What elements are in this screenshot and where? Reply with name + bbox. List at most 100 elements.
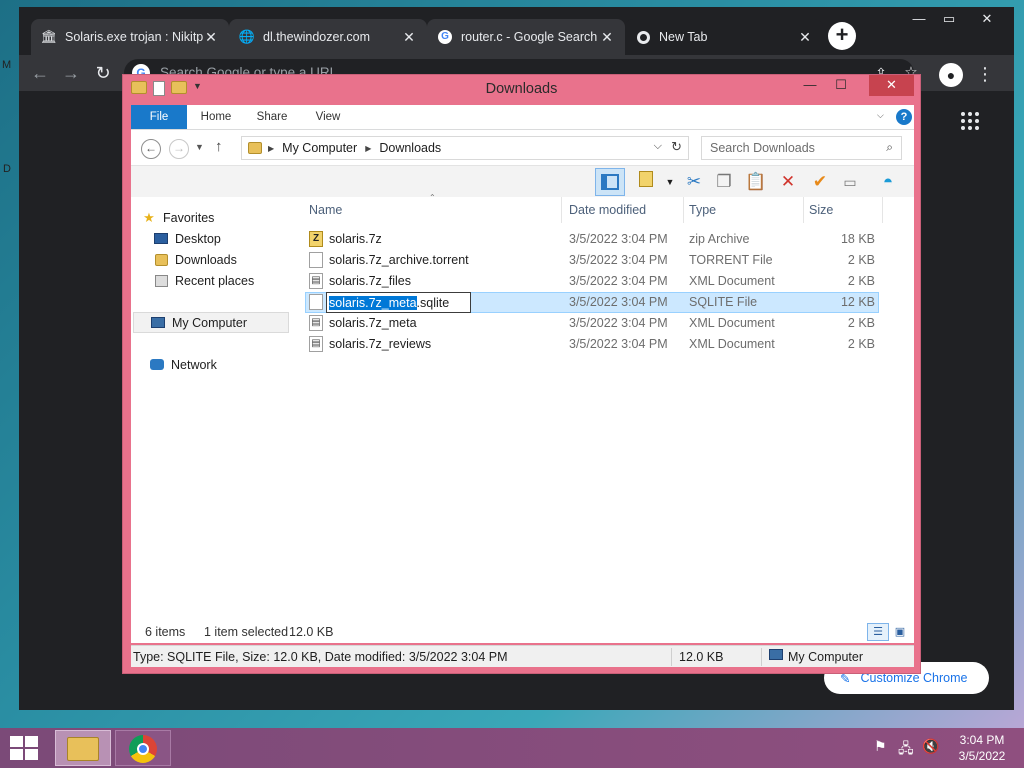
file-name: solaris.7z	[329, 232, 382, 246]
google-icon: G	[437, 29, 453, 45]
cut-icon[interactable]: ✂	[681, 170, 707, 194]
network-icon[interactable]: 🖧	[898, 738, 914, 762]
nav-label: Favorites	[163, 210, 215, 225]
maximize-icon[interactable]: ☐	[826, 75, 856, 96]
column-headers: ⌃ Name Date modified Type Size	[305, 193, 883, 223]
delete-icon[interactable]: ✕	[775, 170, 801, 194]
file-row[interactable]: ▤ solaris.7z_meta 3/5/2022 3:04 PM XML D…	[305, 313, 879, 334]
recent-locations-icon[interactable]: ▼	[195, 142, 204, 152]
details-view-icon[interactable]: ☰	[867, 623, 889, 641]
paste-icon[interactable]: 📋	[743, 170, 769, 194]
title-bar[interactable]: Downloads ▼ — ☐ ✕	[123, 75, 920, 103]
apps-grid-icon[interactable]	[961, 112, 981, 132]
taskbar-explorer-button[interactable]	[55, 730, 111, 766]
clock[interactable]: 3:04 PM 3/5/2022	[950, 732, 1014, 764]
details-bar: Type: SQLITE File, Size: 12.0 KB, Date m…	[131, 645, 914, 667]
column-divider[interactable]	[561, 197, 562, 223]
file-row-selected[interactable]: solaris.7z_meta .sqlite 3/5/2022 3:04 PM …	[305, 292, 879, 313]
close-icon[interactable]: ✕	[975, 11, 999, 31]
chevron-down-icon[interactable]: ▼	[657, 170, 683, 194]
large-icons-view-icon[interactable]: ▣	[889, 623, 911, 641]
column-divider[interactable]	[803, 197, 804, 223]
chevron-down-icon[interactable]: ▼	[193, 81, 202, 96]
preview-pane-icon[interactable]	[595, 168, 625, 196]
close-icon[interactable]: ✕	[797, 29, 813, 46]
maximize-icon[interactable]: ▭	[937, 11, 961, 31]
close-icon[interactable]: ✕	[203, 29, 219, 46]
action-center-flag-icon[interactable]: ⚑	[874, 738, 887, 755]
divider	[671, 648, 672, 666]
back-icon[interactable]: ←	[141, 139, 161, 159]
address-bar[interactable]: ▶ My Computer ▶ Downloads ⌵ ↻	[241, 136, 689, 160]
search-input[interactable]: Search Downloads ⌕	[701, 136, 902, 160]
file-name: solaris.7z_reviews	[329, 337, 432, 351]
tab-solaris[interactable]: 🏛 Solaris.exe trojan : Nikitpe ✕	[31, 19, 229, 55]
properties-icon[interactable]	[153, 81, 165, 96]
file-size: 2 KB	[847, 253, 875, 267]
file-row[interactable]: ▤ solaris.7z_reviews 3/5/2022 3:04 PM XM…	[305, 334, 879, 355]
close-icon[interactable]: ✕	[869, 75, 914, 96]
back-icon[interactable]: ←	[28, 61, 52, 85]
tab-router-search[interactable]: G router.c - Google Search ✕	[427, 19, 625, 55]
chevron-down-icon[interactable]: ⌵	[654, 140, 662, 153]
column-name[interactable]: Name	[309, 203, 342, 217]
windows-start-icon[interactable]	[10, 736, 38, 760]
minimize-icon[interactable]: —	[795, 75, 825, 96]
column-divider[interactable]	[683, 197, 684, 223]
taskbar-chrome-button[interactable]	[115, 730, 171, 766]
menu-icon[interactable]: ⋮	[976, 63, 994, 87]
tab-new-tab[interactable]: New Tab ✕	[625, 19, 823, 55]
folder-icon[interactable]	[131, 81, 147, 94]
copy-icon[interactable]: ❐	[711, 170, 737, 194]
file-row[interactable]: solaris.7z_archive.torrent 3/5/2022 3:04…	[305, 250, 879, 271]
chevron-down-icon[interactable]: ⌵	[877, 110, 884, 121]
forward-icon[interactable]: →	[59, 61, 83, 85]
shell-icon[interactable]: ◓	[875, 170, 901, 194]
file-type: XML Document	[689, 274, 775, 288]
file-row[interactable]: Z solaris.7z 3/5/2022 3:04 PM zip Archiv…	[305, 229, 879, 250]
profile-icon[interactable]: ●	[939, 63, 963, 87]
nav-downloads[interactable]: Downloads	[153, 249, 309, 270]
new-folder-icon[interactable]	[171, 81, 187, 94]
properties-icon[interactable]	[633, 170, 659, 194]
recent-places-icon	[153, 274, 169, 288]
minimize-icon[interactable]: —	[907, 11, 931, 31]
nav-label: Desktop	[175, 231, 221, 246]
rename-icon[interactable]: ▭	[837, 170, 863, 194]
quick-access-toolbar: ▼	[131, 81, 202, 96]
address-row: ← → ▼ ↑ ▶ My Computer ▶ Downloads ⌵ ↻ Se…	[131, 129, 914, 165]
close-icon[interactable]: ✕	[401, 29, 417, 46]
up-arrow-icon[interactable]: ↑	[215, 138, 223, 155]
rename-input[interactable]: solaris.7z_meta .sqlite	[326, 292, 471, 313]
reload-icon[interactable]: ↻	[91, 61, 115, 85]
volume-muted-icon[interactable]: 🔇	[922, 738, 939, 755]
tab-strip: 🏛 Solaris.exe trojan : Nikitpe ✕ 🌐 dl.th…	[19, 7, 1014, 55]
tab-share[interactable]: Share	[247, 105, 297, 129]
file-row[interactable]: ▤ solaris.7z_files 3/5/2022 3:04 PM XML …	[305, 271, 879, 292]
nav-my-computer[interactable]: My Computer	[133, 312, 289, 333]
column-size[interactable]: Size	[809, 203, 833, 217]
nav-favorites[interactable]: ★ Favorites	[141, 207, 297, 228]
new-tab-button[interactable]: +	[828, 22, 856, 50]
column-date-modified[interactable]: Date modified	[569, 203, 646, 217]
nav-label: Network	[171, 357, 217, 372]
nav-desktop[interactable]: Desktop	[153, 228, 309, 249]
tab-thewindozer[interactable]: 🌐 dl.thewindozer.com ✕	[229, 19, 427, 55]
tab-file[interactable]: File	[131, 105, 187, 129]
column-divider[interactable]	[882, 197, 883, 223]
search-placeholder: Search Downloads	[710, 141, 815, 155]
downloads-folder-icon	[153, 253, 169, 267]
computer-icon	[769, 649, 783, 661]
nav-network[interactable]: Network	[149, 354, 305, 375]
help-icon[interactable]: ?	[896, 109, 912, 125]
refresh-icon[interactable]: ↻	[671, 139, 682, 155]
nav-recent-places[interactable]: Recent places	[153, 270, 309, 291]
column-type[interactable]: Type	[689, 203, 716, 217]
close-icon[interactable]: ✕	[599, 29, 615, 46]
breadcrumb-downloads[interactable]: Downloads	[379, 141, 441, 155]
tab-home[interactable]: Home	[191, 105, 241, 129]
forward-icon[interactable]: →	[169, 139, 189, 159]
tab-view[interactable]: View	[303, 105, 353, 129]
checkmark-icon[interactable]: ✔	[807, 170, 833, 194]
breadcrumb-my-computer[interactable]: My Computer	[282, 141, 357, 155]
